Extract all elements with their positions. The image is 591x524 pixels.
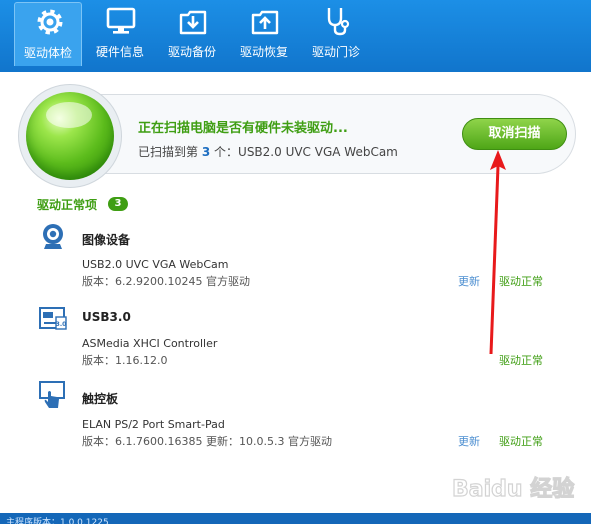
baidu-watermark: Baidu 经验 [452,475,575,502]
device-version: 版本：6.2.9200.10245 官方驱动 [82,275,250,288]
device-name: ELAN PS/2 Port Smart-Pad [82,418,225,431]
footer-version: 主程序版本：1.0.0.1225 [6,518,109,524]
tab-label: 驱动体检 [23,46,72,60]
annotation-arrow-line [489,165,500,355]
backup-icon [179,10,207,35]
scan-status-prefix: 已扫描到第 [138,145,199,159]
svg-text:3.0: 3.0 [56,321,67,328]
restore-icon [251,10,279,35]
monitor-icon [106,7,136,34]
device-name: USB2.0 UVC VGA WebCam [82,258,229,271]
cancel-scan-button[interactable]: 取消扫描 [462,118,567,150]
orb-highlight [46,102,92,128]
scan-orb-icon [26,92,114,180]
device-category: 触控板 [82,392,119,406]
tab-label: 驱动门诊 [311,45,360,59]
stethoscope-icon [327,8,350,36]
driver-status: 驱动正常 [499,275,543,288]
webcam-icon [43,224,63,249]
scan-progress-orb [18,84,122,188]
tab-label: 驱动恢复 [239,45,288,59]
driver-status: 驱动正常 [499,435,543,448]
update-driver-link[interactable]: 更新 [458,273,480,289]
device-name: ASMedia XHCI Controller [82,337,218,350]
usb-icon: 3.0 [39,307,67,330]
touchpad-icon [39,381,65,408]
device-version: 版本：1.16.12.0 [82,354,168,367]
driver-status: 驱动正常 [499,354,543,367]
update-driver-link[interactable]: 更新 [458,433,480,449]
tab-driver-clinic[interactable]: 驱动门诊 [302,0,370,66]
gear-icon [37,9,63,35]
tab-driver-checkup[interactable]: 驱动体检 [14,2,82,66]
section-count-badge: 3 [108,197,128,211]
tab-driver-backup[interactable]: 驱动备份 [158,0,226,66]
section-title: 驱动正常项 [37,198,98,212]
tab-driver-restore[interactable]: 驱动恢复 [230,0,298,66]
watermark-text: Baidu 经验 [452,476,574,502]
top-toolbar: 驱动体检 硬件信息 驱动备份 驱动恢复 驱动门诊 [0,0,591,72]
tab-label: 硬件信息 [95,45,144,59]
device-version: 版本：6.1.7600.16385 更新：10.0.5.3 官方驱动 [82,435,332,448]
tab-label: 驱动备份 [167,45,216,59]
device-category: USB3.0 [82,310,131,324]
device-category: 图像设备 [82,233,131,247]
scan-status-text: 已扫描到第 3 个：USB2.0 UVC VGA WebCam [138,143,398,160]
scan-title: 正在扫描电脑是否有硬件未装驱动... [138,121,348,136]
scan-status-count: 3 [201,145,211,159]
tab-hardware-info[interactable]: 硬件信息 [86,0,154,66]
scan-status-suffix: 个：USB2.0 UVC VGA WebCam [214,145,398,159]
